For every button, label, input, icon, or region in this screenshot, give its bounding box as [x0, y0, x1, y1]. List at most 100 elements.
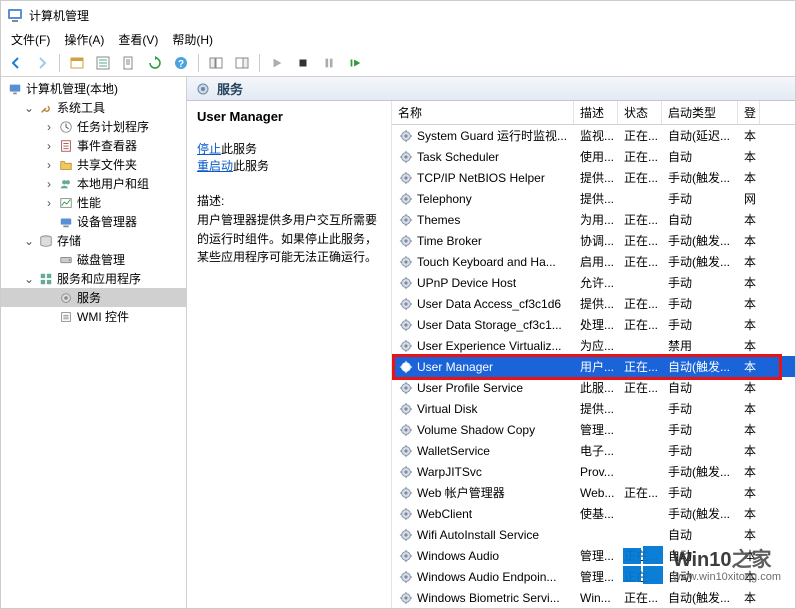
- tree-wmi-control[interactable]: › WMI 控件: [1, 307, 186, 326]
- expand-icon[interactable]: ›: [43, 159, 55, 171]
- pause-service-button[interactable]: [318, 52, 340, 74]
- tree-shared-folders[interactable]: › 共享文件夹: [1, 155, 186, 174]
- description-text: 用户管理器提供多用户交互所需要的运行时组件。如果停止此服务，某些应用程序可能无法…: [197, 211, 381, 267]
- menu-action[interactable]: 操作(A): [58, 29, 110, 50]
- tree-disk-management[interactable]: › 磁盘管理: [1, 250, 186, 269]
- restart-link[interactable]: 重启动: [197, 159, 233, 173]
- service-name-cell: User Profile Service: [417, 381, 523, 395]
- gear-icon: [398, 149, 413, 164]
- tree-services-apps[interactable]: ⌄ 服务和应用程序: [1, 269, 186, 288]
- gear-icon: [398, 422, 413, 437]
- up-button[interactable]: [66, 52, 88, 74]
- gear-icon: [398, 212, 413, 227]
- stop-link[interactable]: 停止: [197, 142, 221, 156]
- service-row[interactable]: Time Broker协调...正在...手动(触发...本: [392, 230, 795, 251]
- gear-icon: [398, 506, 413, 521]
- service-status-cell: 正在...: [618, 253, 662, 270]
- service-name-cell: WarpJITSvc: [417, 465, 482, 479]
- help-button[interactable]: ?: [170, 52, 192, 74]
- service-desc-cell: 提供...: [574, 190, 618, 207]
- service-row[interactable]: System Guard 运行时监视...监视...正在...自动(延迟...本: [392, 125, 795, 146]
- col-logon[interactable]: 登: [738, 101, 760, 124]
- service-row[interactable]: TCP/IP NetBIOS Helper提供...正在...手动(触发...本: [392, 167, 795, 188]
- service-start-cell: 自动: [662, 211, 738, 228]
- service-status-cell: 正在...: [618, 589, 662, 606]
- expand-icon[interactable]: ›: [43, 140, 55, 152]
- tree-root[interactable]: 计算机管理(本地): [1, 79, 186, 98]
- service-logon-cell: 本: [738, 484, 760, 501]
- service-row[interactable]: WalletService电子...手动本: [392, 440, 795, 461]
- service-row[interactable]: Volume Shadow Copy管理...手动本: [392, 419, 795, 440]
- tree-storage[interactable]: ⌄ 存储: [1, 231, 186, 250]
- service-row[interactable]: Telephony提供...手动网: [392, 188, 795, 209]
- service-row[interactable]: WarpJITSvcProv...手动(触发...本: [392, 461, 795, 482]
- expand-icon[interactable]: ›: [43, 178, 55, 190]
- gear-icon: [398, 128, 413, 143]
- service-row[interactable]: Virtual Disk提供...手动本: [392, 398, 795, 419]
- disk-icon: [58, 252, 74, 268]
- expand-icon[interactable]: ⌄: [23, 235, 35, 247]
- service-name-cell: System Guard 运行时监视...: [417, 127, 567, 144]
- forward-button[interactable]: [31, 52, 53, 74]
- menu-help[interactable]: 帮助(H): [166, 29, 219, 50]
- service-row[interactable]: User Profile Service此服...正在...自动本: [392, 377, 795, 398]
- col-start[interactable]: 启动类型: [662, 101, 738, 124]
- properties-button[interactable]: [92, 52, 114, 74]
- show-hide-tree-button[interactable]: [205, 52, 227, 74]
- gear-icon: [398, 401, 413, 416]
- service-row[interactable]: Touch Keyboard and Ha...启用...正在...手动(触发.…: [392, 251, 795, 272]
- gear-icon: [398, 464, 413, 479]
- service-row[interactable]: User Manager用户...正在...自动(触发...本: [392, 356, 795, 377]
- gear-icon: [398, 233, 413, 248]
- device-icon: [58, 214, 74, 230]
- refresh-button[interactable]: [144, 52, 166, 74]
- tree-local-users[interactable]: › 本地用户和组: [1, 174, 186, 193]
- col-desc[interactable]: 描述: [574, 101, 618, 124]
- export-button[interactable]: [118, 52, 140, 74]
- service-row[interactable]: Wifi AutoInstall Service自动本: [392, 524, 795, 545]
- service-row[interactable]: UPnP Device Host允许...手动本: [392, 272, 795, 293]
- users-icon: [58, 176, 74, 192]
- service-row[interactable]: Windows Biometric Servi...Win...正在...自动(…: [392, 587, 795, 608]
- service-desc-cell: 启用...: [574, 253, 618, 270]
- start-service-button[interactable]: [266, 52, 288, 74]
- expand-icon[interactable]: ⌄: [23, 273, 35, 285]
- tree-event-viewer[interactable]: › 事件查看器: [1, 136, 186, 155]
- gear-icon: [398, 527, 413, 542]
- service-row[interactable]: User Experience Virtualiz...为应...禁用本: [392, 335, 795, 356]
- stop-service-button[interactable]: [292, 52, 314, 74]
- col-status[interactable]: 状态: [618, 101, 662, 124]
- service-row[interactable]: WebClient使基...手动(触发...本: [392, 503, 795, 524]
- menu-view[interactable]: 查看(V): [112, 29, 164, 50]
- tree-device-manager[interactable]: › 设备管理器: [1, 212, 186, 231]
- back-button[interactable]: [5, 52, 27, 74]
- menu-file[interactable]: 文件(F): [5, 29, 56, 50]
- perf-icon: [58, 195, 74, 211]
- col-name[interactable]: 名称: [392, 101, 574, 124]
- tree-performance[interactable]: › 性能: [1, 193, 186, 212]
- expand-icon[interactable]: ›: [43, 121, 55, 133]
- tree-system-tools[interactable]: ⌄ 系统工具: [1, 98, 186, 117]
- gear-icon: [58, 290, 74, 306]
- expand-icon[interactable]: ›: [43, 197, 55, 209]
- watermark: Win10之家 www.win10xitong.com: [621, 544, 781, 588]
- service-row[interactable]: Task Scheduler使用...正在...自动本: [392, 146, 795, 167]
- service-row[interactable]: User Data Access_cf3c1d6提供...正在...手动本: [392, 293, 795, 314]
- service-start-cell: 手动: [662, 400, 738, 417]
- app-icon: [7, 7, 23, 23]
- list-body[interactable]: System Guard 运行时监视...监视...正在...自动(延迟...本…: [392, 125, 795, 608]
- tree-services[interactable]: › 服务: [1, 288, 186, 307]
- service-logon-cell: 本: [738, 232, 760, 249]
- expand-icon[interactable]: ⌄: [23, 102, 35, 114]
- service-logon-cell: 本: [738, 316, 760, 333]
- service-row[interactable]: User Data Storage_cf3c1...处理...正在...手动本: [392, 314, 795, 335]
- show-hide-action-button[interactable]: [231, 52, 253, 74]
- service-row[interactable]: Themes为用...正在...自动本: [392, 209, 795, 230]
- tree-task-scheduler[interactable]: › 任务计划程序: [1, 117, 186, 136]
- restart-service-button[interactable]: [344, 52, 366, 74]
- service-name-cell: Windows Biometric Servi...: [417, 591, 560, 605]
- service-row[interactable]: Web 帐户管理器Web...正在...手动本: [392, 482, 795, 503]
- service-logon-cell: 本: [738, 442, 760, 459]
- tree-pane[interactable]: 计算机管理(本地) ⌄ 系统工具 › 任务计划程序 › 事件查看器 › 共享文件…: [1, 77, 187, 608]
- service-detail-pane: User Manager 停止此服务 重启动此服务 描述: 用户管理器提供多用户…: [187, 101, 391, 608]
